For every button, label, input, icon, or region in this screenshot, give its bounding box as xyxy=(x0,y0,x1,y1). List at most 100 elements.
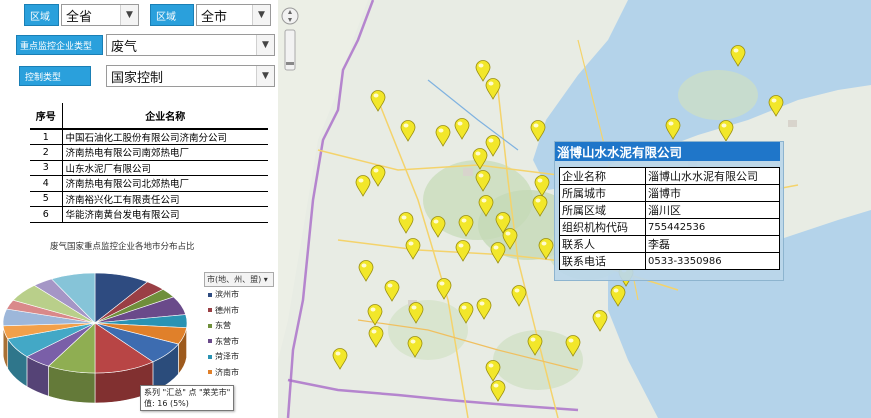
table-row[interactable]: 3 山东水泥厂有限公司 xyxy=(30,160,268,176)
map-marker[interactable] xyxy=(478,195,494,217)
map-marker[interactable] xyxy=(370,165,386,187)
map-marker[interactable] xyxy=(565,335,581,357)
info-value: 李磊 xyxy=(645,235,780,253)
map-marker[interactable] xyxy=(718,120,734,142)
row-no: 1 xyxy=(30,129,63,145)
info-row: 所属区域 淄川区 xyxy=(559,201,780,219)
row-name[interactable]: 中国石油化工股份有限公司济南分公司 xyxy=(62,129,268,145)
map-marker[interactable] xyxy=(476,298,492,320)
map-marker[interactable] xyxy=(358,260,374,282)
legend-swatch xyxy=(208,370,212,375)
chart-tooltip: 系列 "汇总" 点 "莱芜市" 值: 16 (5%) xyxy=(140,385,235,411)
header-no: 序号 xyxy=(30,103,63,130)
map-marker[interactable] xyxy=(665,118,681,140)
header-name: 企业名称 xyxy=(62,103,268,130)
chevron-down-icon[interactable]: ▼ xyxy=(252,5,270,25)
map-marker[interactable] xyxy=(355,175,371,197)
table-row[interactable]: 1 中国石油化工股份有限公司济南分公司 xyxy=(30,129,268,145)
legend-item[interactable]: 滨州市 xyxy=(204,287,274,303)
table-row[interactable]: 6 华能济南黄台发电有限公司 xyxy=(30,206,268,223)
map-marker[interactable] xyxy=(407,336,423,358)
row-name[interactable]: 华能济南黄台发电有限公司 xyxy=(62,206,268,223)
map-marker[interactable] xyxy=(538,238,554,260)
map-marker[interactable] xyxy=(485,78,501,100)
region-select-1[interactable]: 全省 ▼ xyxy=(61,4,139,26)
map-marker[interactable] xyxy=(490,380,506,402)
map-marker[interactable] xyxy=(405,238,421,260)
region-select-1-value: 全省 xyxy=(66,9,93,25)
region-select-2[interactable]: 全市 ▼ xyxy=(196,4,271,26)
map-marker[interactable] xyxy=(730,45,746,67)
table-row[interactable]: 5 济南裕兴化工有限责任公司 xyxy=(30,191,268,207)
map-marker[interactable] xyxy=(455,240,471,262)
legend-item[interactable]: 东营市 xyxy=(204,334,274,350)
info-key: 所属区域 xyxy=(559,201,646,219)
chevron-down-icon[interactable]: ▼ xyxy=(120,5,138,25)
info-value: 淄川区 xyxy=(645,201,780,219)
map-marker[interactable] xyxy=(592,310,608,332)
info-row: 组织机构代码 755442536 xyxy=(559,218,780,236)
map-marker[interactable] xyxy=(430,216,446,238)
map-marker[interactable] xyxy=(454,118,470,140)
map-marker[interactable] xyxy=(768,95,784,117)
map-marker[interactable] xyxy=(368,326,384,348)
chevron-down-icon[interactable]: ▼ xyxy=(256,35,274,55)
map-marker[interactable] xyxy=(532,195,548,217)
legend-label: 菏泽市 xyxy=(215,352,239,362)
row-name[interactable]: 济南热电有限公司南郊热电厂 xyxy=(62,144,268,161)
chevron-down-icon[interactable]: ▼ xyxy=(256,66,274,86)
legend-swatch xyxy=(208,323,212,328)
map-marker[interactable] xyxy=(458,215,474,237)
row-name[interactable]: 山东水泥厂有限公司 xyxy=(62,160,268,176)
map-navigation-control[interactable] xyxy=(281,4,299,74)
legend-swatch xyxy=(208,292,212,297)
map-marker[interactable] xyxy=(511,285,527,307)
legend-header[interactable]: 市(地、州、盟) ▾ xyxy=(204,272,274,287)
legend-header-text: 市(地、州、盟) xyxy=(207,275,262,284)
map-marker[interactable] xyxy=(527,334,543,356)
map-marker[interactable] xyxy=(435,125,451,147)
company-table: 序号 企业名称 1 中国石油化工股份有限公司济南分公司 2 济南热电有限公司南郊热电… xyxy=(30,103,268,223)
info-key: 所属城市 xyxy=(559,184,646,202)
company-type-label: 重点监控企业类型 xyxy=(16,35,103,55)
map-marker[interactable] xyxy=(332,348,348,370)
legend-item[interactable]: 菏泽市 xyxy=(204,349,274,365)
map-marker[interactable] xyxy=(436,278,452,300)
map-marker[interactable] xyxy=(370,90,386,112)
legend-item[interactable]: 德州市 xyxy=(204,303,274,319)
control-type-label: 控制类型 xyxy=(19,66,91,86)
map-marker[interactable] xyxy=(610,285,626,307)
map-marker[interactable] xyxy=(485,360,501,382)
row-no: 2 xyxy=(30,144,63,161)
map-marker[interactable] xyxy=(367,304,383,326)
control-type-select[interactable]: 国家控制 ▼ xyxy=(106,65,275,87)
legend-swatch xyxy=(208,339,212,344)
company-type-select[interactable]: 废气 ▼ xyxy=(106,34,275,56)
map-marker[interactable] xyxy=(472,148,488,170)
map-marker[interactable] xyxy=(475,170,491,192)
left-panel: 区域 全省 ▼ 区域 全市 ▼ 重点监控企业类型 废气 ▼ 控制类型 国家控制 … xyxy=(0,0,278,418)
legend-item[interactable]: 济南市 xyxy=(204,365,274,381)
row-name[interactable]: 济南热电有限公司北郊热电厂 xyxy=(62,175,268,192)
app-root: 区域 全省 ▼ 区域 全市 ▼ 重点监控企业类型 废气 ▼ 控制类型 国家控制 … xyxy=(0,0,871,418)
map-marker[interactable] xyxy=(384,280,400,302)
row-name[interactable]: 济南裕兴化工有限责任公司 xyxy=(62,191,268,207)
region-label-1: 区域 xyxy=(24,4,59,26)
region-label-2: 区域 xyxy=(150,4,194,26)
control-type-value: 国家控制 xyxy=(111,70,164,86)
chart-legend: 市(地、州、盟) ▾ 滨州市 德州市 东营 东营市菏泽市济南市 xyxy=(204,272,274,380)
legend-item[interactable]: 东营 xyxy=(204,318,274,334)
table-row[interactable]: 2 济南热电有限公司南郊热电厂 xyxy=(30,144,268,161)
map-marker[interactable] xyxy=(408,302,424,324)
table-row[interactable]: 4 济南热电有限公司北郊热电厂 xyxy=(30,175,268,192)
map-marker[interactable] xyxy=(530,120,546,142)
map-marker[interactable] xyxy=(534,175,550,197)
row-no: 3 xyxy=(30,160,63,176)
map-marker[interactable] xyxy=(458,302,474,324)
row-no: 5 xyxy=(30,191,63,207)
info-key: 联系电话 xyxy=(559,252,646,270)
map-marker[interactable] xyxy=(398,212,414,234)
map-marker[interactable] xyxy=(400,120,416,142)
info-value: 淄博山水水泥有限公司 xyxy=(645,167,780,185)
map-marker[interactable] xyxy=(490,242,506,264)
